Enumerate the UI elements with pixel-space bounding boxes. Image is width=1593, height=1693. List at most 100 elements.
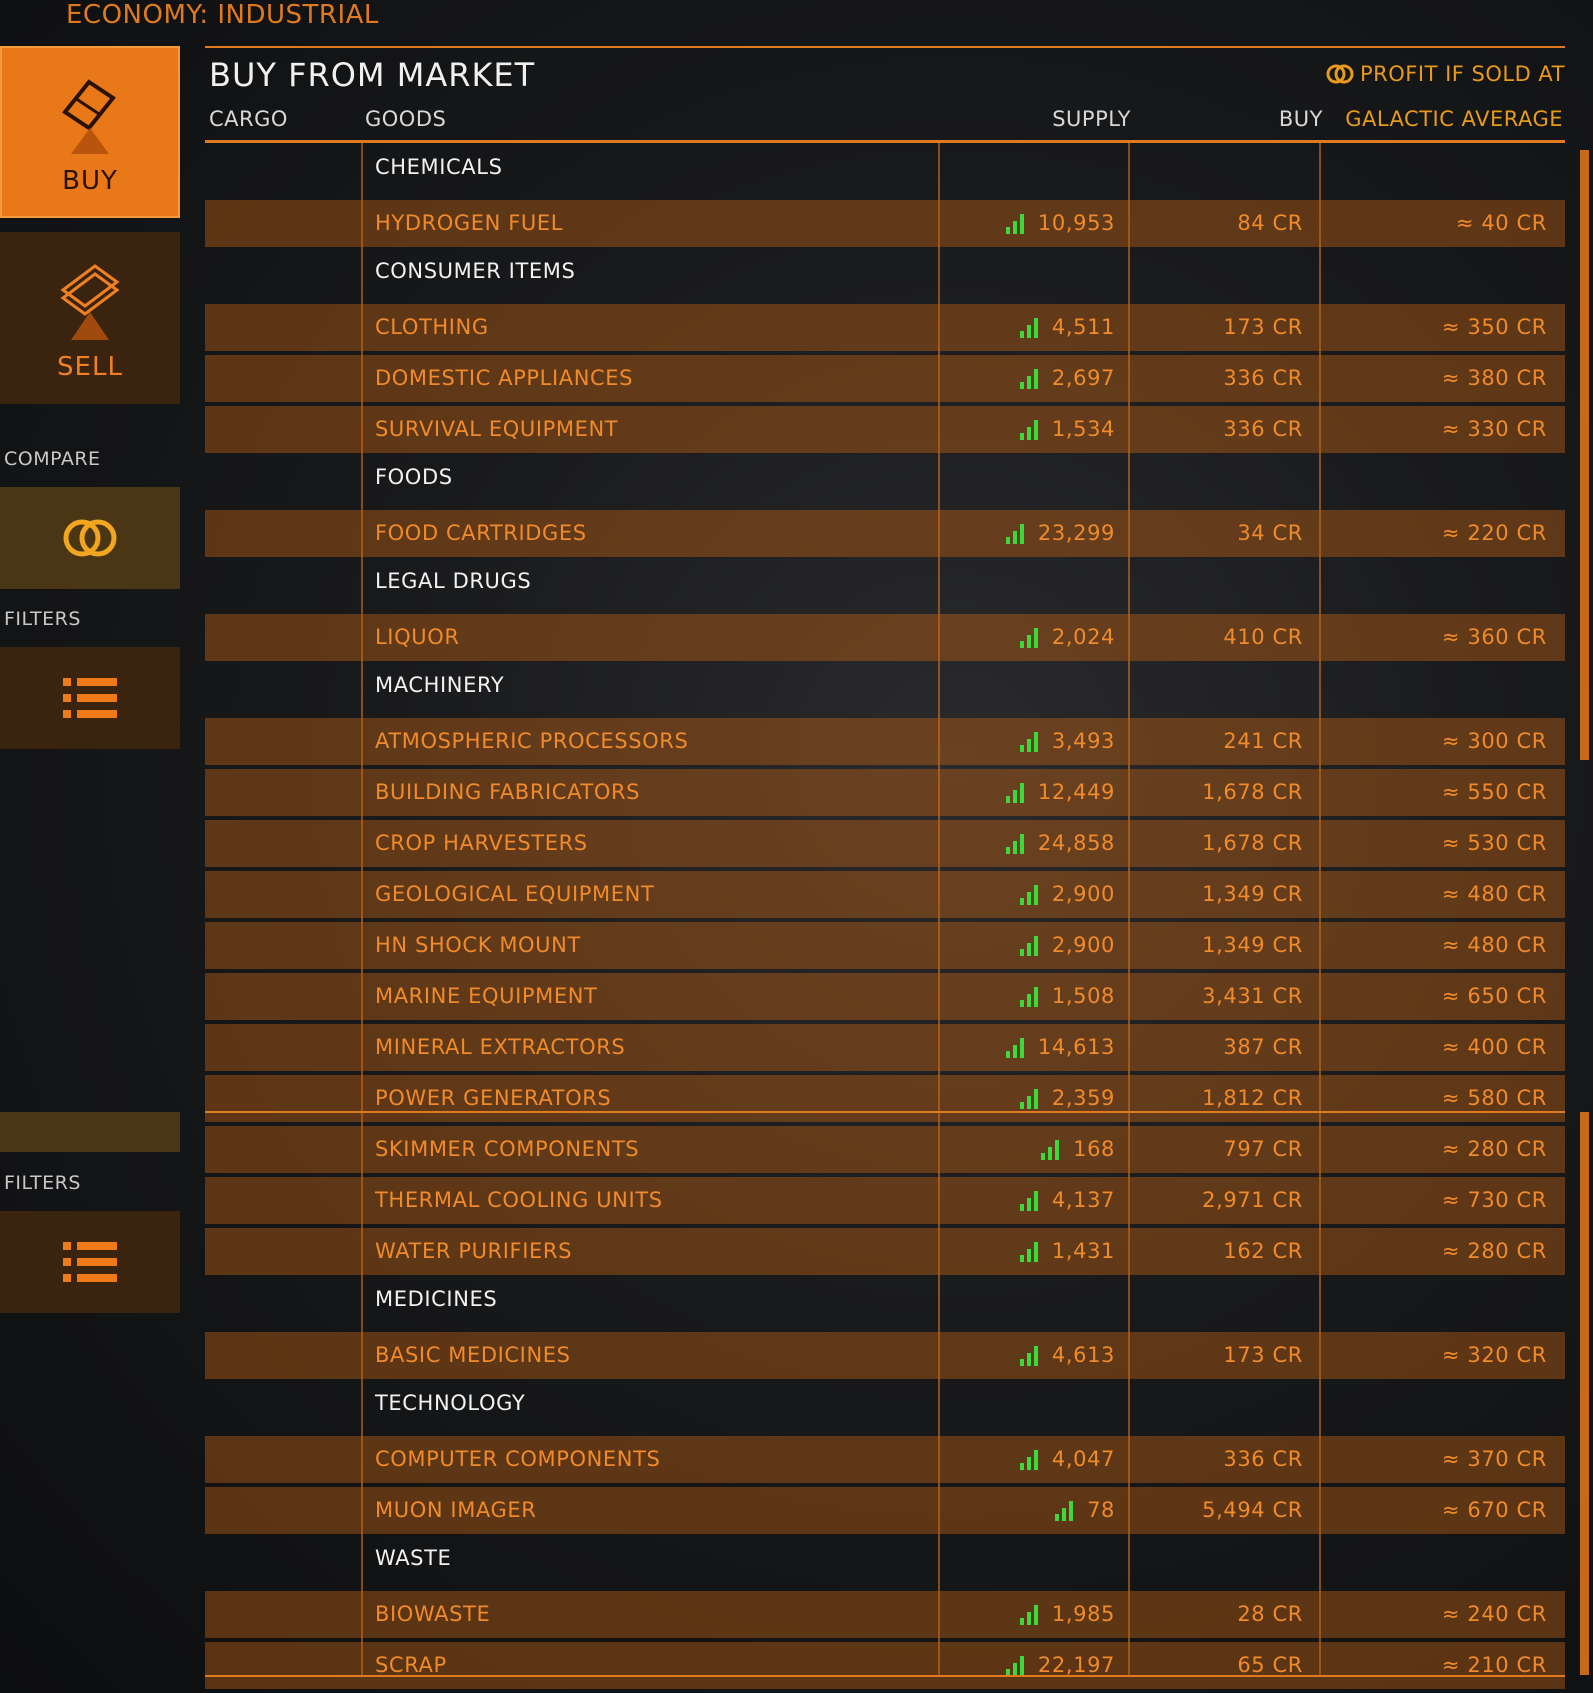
supply-cell: 2,900 [1019,871,1115,918]
column-header-supply[interactable]: SUPPLY [1052,107,1131,131]
supply-value: 1,534 [1051,417,1115,441]
table-row[interactable]: MARINE EQUIPMENT 1,508 3,431 CR ≈ 650 CR [205,973,1565,1020]
filters-button[interactable] [0,647,180,749]
table-row[interactable]: GEOLOGICAL EQUIPMENT 2,900 1,349 CR ≈ 480 C… [205,871,1565,918]
galactic-average-price: ≈ 320 CR [1441,1343,1547,1367]
supply-value: 2,900 [1051,882,1115,906]
column-header-galactic-average[interactable]: GALACTIC AVERAGE [1345,107,1563,131]
scrollbar[interactable] [1580,150,1589,760]
goods-name: BASIC MEDICINES [375,1343,571,1367]
table-row[interactable]: ATMOSPHERIC PROCESSORS 3,493 241 CR ≈ 300 C… [205,718,1565,765]
table-row[interactable]: COMPUTER COMPONENTS 4,047 336 CR ≈ 370 CR [205,1436,1565,1483]
table-row[interactable]: FOOD CARTRIDGES 23,299 34 CR ≈ 220 CR [205,510,1565,557]
table-row[interactable]: LIQUOR 2,024 410 CR ≈ 360 CR [205,614,1565,661]
table-row[interactable]: MUON IMAGER 78 5,494 CR ≈ 670 CR [205,1487,1565,1534]
goods-name: GEOLOGICAL EQUIPMENT [375,882,655,906]
goods-name: SCRAP [375,1653,447,1677]
table-row[interactable]: SCRAP 22,197 65 CR ≈ 210 CR [205,1642,1565,1689]
column-header-buy[interactable]: BUY [1279,107,1323,131]
table-row[interactable]: SURVIVAL EQUIPMENT 1,534 336 CR ≈ 330 CR [205,406,1565,453]
table-row[interactable]: WATER PURIFIERS 1,431 162 CR ≈ 280 CR [205,1228,1565,1275]
scrollbar[interactable] [1580,1112,1589,1675]
goods-name: CLOTHING [375,315,489,339]
supply-bars-icon [1019,419,1042,440]
supply-value: 168 [1073,1137,1115,1161]
column-header-goods[interactable]: GOODS [365,107,446,131]
table-row[interactable]: BUILDING FABRICATORS 12,449 1,678 CR ≈ 550 … [205,769,1565,816]
category-name: CHEMICALS [375,155,503,179]
filters-button-2[interactable] [0,1211,180,1313]
buy-price: 1,349 CR [1202,882,1303,906]
goods-name: ATMOSPHERIC PROCESSORS [375,729,689,753]
supply-value: 3,493 [1051,729,1115,753]
supply-value: 4,047 [1051,1447,1115,1471]
category-row: CONSUMER ITEMS [205,251,1565,291]
supply-bars-icon [1005,213,1028,234]
supply-bars-icon [1019,1241,1042,1262]
supply-bars-icon [1019,1088,1042,1109]
goods-name: POWER GENERATORS [375,1086,612,1110]
table-row[interactable]: HN SHOCK MOUNT 2,900 1,349 CR ≈ 480 CR [205,922,1565,969]
category-row: LEGAL DRUGS [205,561,1565,601]
supply-cell: 1,508 [1019,973,1115,1020]
supply-value: 4,613 [1051,1343,1115,1367]
buy-price: 173 CR [1223,315,1303,339]
supply-cell: 1,534 [1019,406,1115,453]
supply-value: 1,985 [1051,1602,1115,1626]
galactic-average-price: ≈ 530 CR [1441,831,1547,855]
compare-label: COMPARE [4,448,101,470]
compare-button-partial[interactable] [0,1112,180,1152]
compare-icon [63,519,117,557]
supply-bars-icon [1019,317,1042,338]
supply-bars-icon [1019,1345,1042,1366]
category-row: MACHINERY [205,665,1565,705]
economy-label: ECONOMY: INDUSTRIAL [66,0,379,30]
buy-price: 336 CR [1223,417,1303,441]
page-title: BUY FROM MARKET [209,56,536,94]
galactic-average-price: ≈ 240 CR [1441,1602,1547,1626]
table-row[interactable]: THERMAL COOLING UNITS 4,137 2,971 CR ≈ 730 … [205,1177,1565,1224]
goods-name: SKIMMER COMPONENTS [375,1137,640,1161]
table-row[interactable]: BIOWASTE 1,985 28 CR ≈ 240 CR [205,1591,1565,1638]
supply-bars-icon [1019,986,1042,1007]
buy-price: 84 CR [1237,211,1303,235]
buy-button[interactable]: BUY [0,46,180,218]
buy-price: 797 CR [1223,1137,1303,1161]
table-row[interactable]: POWER GENERATORS 2,359 1,812 CR ≈ 580 CR [205,1075,1565,1122]
galactic-average-price: ≈ 330 CR [1441,417,1547,441]
galactic-average-price: ≈ 380 CR [1441,366,1547,390]
supply-cell: 78 [1055,1487,1115,1534]
category-name: TECHNOLOGY [375,1391,526,1415]
galactic-average-price: ≈ 300 CR [1441,729,1547,753]
filters-label: FILTERS [4,608,81,630]
table-row[interactable]: MINERAL EXTRACTORS 14,613 387 CR ≈ 400 CR [205,1024,1565,1071]
galactic-average-price: ≈ 480 CR [1441,933,1547,957]
category-row: MEDICINES [205,1279,1565,1319]
supply-cell: 4,137 [1019,1177,1115,1224]
table-row[interactable]: CROP HARVESTERS 24,858 1,678 CR ≈ 530 CR [205,820,1565,867]
goods-name: THERMAL COOLING UNITS [375,1188,663,1212]
column-header-cargo[interactable]: CARGO [209,107,288,131]
compare-button[interactable] [0,487,180,589]
supply-bars-icon [1019,935,1042,956]
sell-button[interactable]: SELL [0,232,180,404]
goods-name: COMPUTER COMPONENTS [375,1447,661,1471]
buy-price: 1,678 CR [1202,780,1303,804]
profit-note: PROFIT IF SOLD AT [1326,62,1565,86]
buy-price: 2,971 CR [1202,1188,1303,1212]
table-row[interactable]: CLOTHING 4,511 173 CR ≈ 350 CR [205,304,1565,351]
goods-name: MUON IMAGER [375,1498,537,1522]
category-name: MEDICINES [375,1287,498,1311]
filters-label-2: FILTERS [4,1172,81,1194]
table-row[interactable]: DOMESTIC APPLIANCES 2,697 336 CR ≈ 380 CR [205,355,1565,402]
galactic-average-price: ≈ 550 CR [1441,780,1547,804]
table-row[interactable]: BASIC MEDICINES 4,613 173 CR ≈ 320 CR [205,1332,1565,1379]
buy-price: 1,812 CR [1202,1086,1303,1110]
compare-icon [1326,64,1354,84]
supply-cell: 22,197 [1005,1642,1115,1689]
goods-name: DOMESTIC APPLIANCES [375,366,634,390]
galactic-average-price: ≈ 350 CR [1441,315,1547,339]
table-row[interactable]: SKIMMER COMPONENTS 168 797 CR ≈ 280 CR [205,1126,1565,1173]
supply-cell: 4,047 [1019,1436,1115,1483]
table-row[interactable]: HYDROGEN FUEL 10,953 84 CR ≈ 40 CR [205,200,1565,247]
